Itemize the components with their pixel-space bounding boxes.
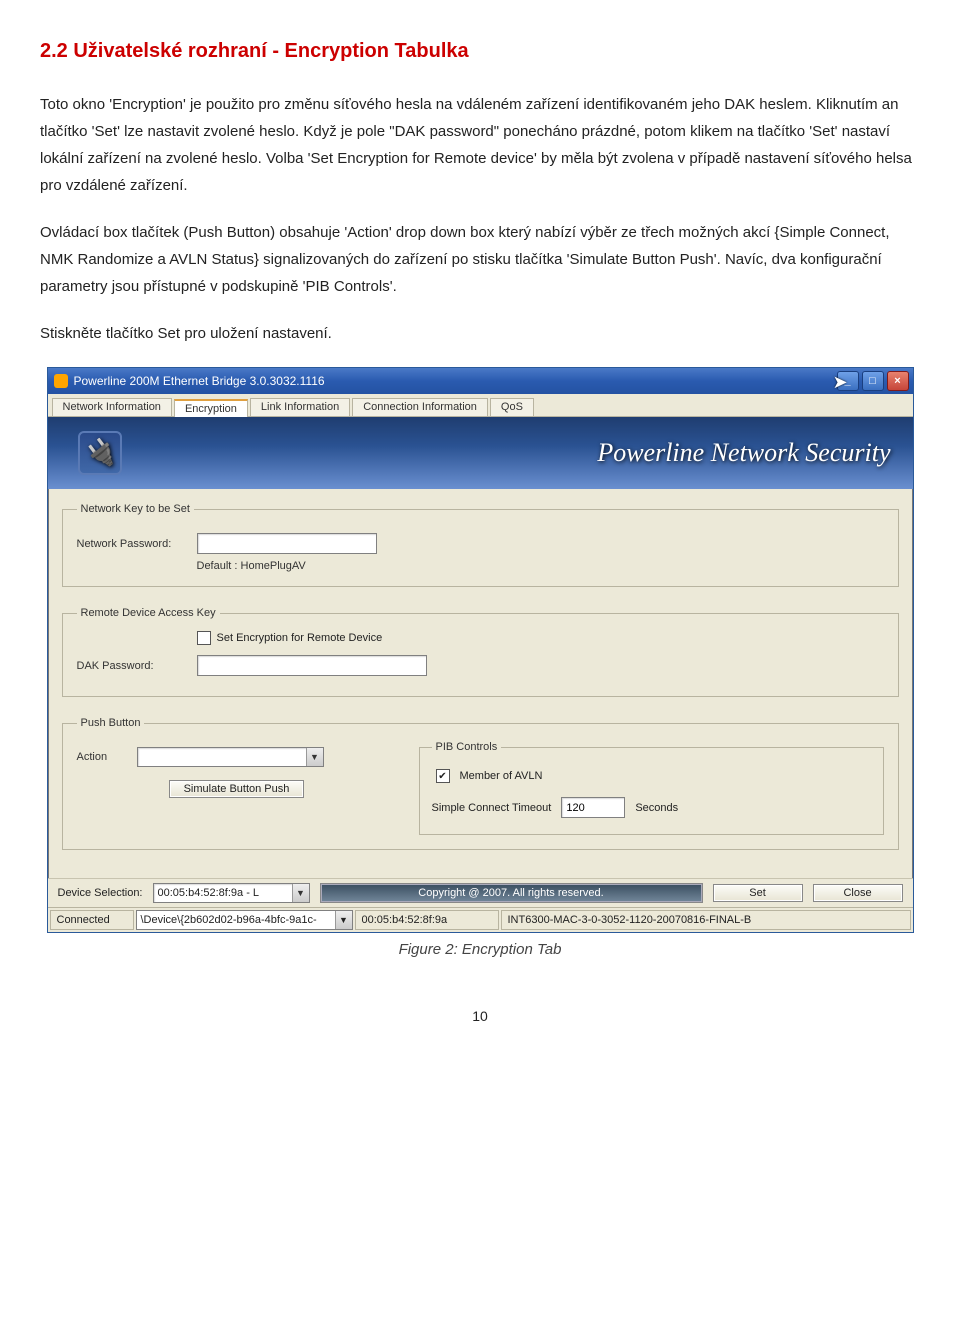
- group-network-key-legend: Network Key to be Set: [77, 503, 194, 515]
- action-dropdown-value: [138, 748, 306, 766]
- group-pib-controls-legend: PIB Controls: [432, 741, 502, 753]
- status-mac: 00:05:b4:52:8f:9a: [355, 910, 499, 930]
- cursor-icon: ➤: [833, 372, 848, 393]
- status-connected: Connected: [50, 910, 134, 930]
- paragraph-2: Ovládací box tlačítek (Push Button) obsa…: [40, 219, 920, 300]
- member-avln-checkbox[interactable]: ✔: [436, 769, 450, 783]
- paragraph-1: Toto okno 'Encryption' je použito pro zm…: [40, 91, 920, 199]
- default-password-hint: Default : HomePlugAV: [197, 560, 884, 572]
- device-selection-value: 00:05:b4:52:8f:9a - L: [154, 884, 292, 902]
- copyright-bar: Copyright @ 2007. All rights reserved.: [320, 883, 703, 903]
- tab-link-information[interactable]: Link Information: [250, 398, 350, 416]
- content-area: Network Key to be Set Network Password: …: [48, 489, 913, 878]
- chevron-down-icon: ▼: [292, 884, 309, 902]
- dak-password-input[interactable]: [197, 655, 427, 676]
- chevron-down-icon: ▼: [335, 911, 352, 929]
- status-bar: Connected \Device\{2b602d02-b96a-4bfc-9a…: [48, 907, 913, 932]
- figure-caption: Figure 2: Encryption Tab: [40, 941, 920, 958]
- tab-encryption[interactable]: Encryption: [174, 399, 248, 417]
- action-dropdown[interactable]: ▼: [137, 747, 324, 767]
- titlebar: Powerline 200M Ethernet Bridge 3.0.3032.…: [48, 368, 913, 394]
- doc-heading: 2.2 Uživatelské rozhraní - Encryption Ta…: [40, 40, 920, 63]
- label-device-selection: Device Selection:: [58, 887, 143, 899]
- tab-strip: Network Information Encryption Link Info…: [48, 394, 913, 417]
- group-push-button: Push Button Action ▼ Simulate Button Pus…: [62, 717, 899, 850]
- window-title: Powerline 200M Ethernet Bridge 3.0.3032.…: [74, 374, 834, 388]
- simulate-button-push-button[interactable]: Simulate Button Push: [169, 780, 305, 798]
- footer-bar: Device Selection: 00:05:b4:52:8f:9a - L …: [48, 878, 913, 907]
- checkbox-box-icon: [197, 631, 211, 645]
- tab-network-information[interactable]: Network Information: [52, 398, 172, 416]
- simple-connect-timeout-input[interactable]: [561, 797, 625, 818]
- tab-connection-information[interactable]: Connection Information: [352, 398, 488, 416]
- tab-qos[interactable]: QoS: [490, 398, 534, 416]
- app-window: Powerline 200M Ethernet Bridge 3.0.3032.…: [47, 367, 914, 933]
- member-avln-label: Member of AVLN: [460, 770, 543, 782]
- banner-title: Powerline Network Security: [597, 438, 890, 468]
- label-dak-password: DAK Password:: [77, 660, 187, 672]
- chevron-down-icon: ▼: [306, 748, 323, 766]
- banner: 🔌 Powerline Network Security: [48, 417, 913, 489]
- status-device-path-value: \Device\{2b602d02-b96a-4bfc-9a1c-: [137, 914, 335, 926]
- label-simple-connect-timeout: Simple Connect Timeout: [432, 802, 552, 814]
- group-network-key: Network Key to be Set Network Password: …: [62, 503, 899, 587]
- maximize-button[interactable]: □: [862, 371, 884, 391]
- set-button[interactable]: Set: [713, 884, 803, 902]
- status-device-path-dropdown[interactable]: \Device\{2b602d02-b96a-4bfc-9a1c- ▼: [136, 910, 353, 930]
- group-remote-access-key: Remote Device Access Key Set Encryption …: [62, 607, 899, 697]
- set-encryption-remote-checkbox[interactable]: Set Encryption for Remote Device: [197, 631, 884, 645]
- network-password-input[interactable]: [197, 533, 377, 554]
- group-push-button-legend: Push Button: [77, 717, 145, 729]
- status-firmware: INT6300-MAC-3-0-3052-1120-20070816-FINAL…: [501, 910, 911, 930]
- app-icon: [54, 374, 68, 388]
- set-encryption-remote-label: Set Encryption for Remote Device: [217, 632, 383, 644]
- plug-icon: 🔌: [78, 431, 122, 475]
- label-network-password: Network Password:: [77, 538, 187, 550]
- label-action: Action: [77, 751, 127, 763]
- close-button[interactable]: Close: [813, 884, 903, 902]
- group-pib-controls: PIB Controls ✔ Member of AVLN Simple Con…: [419, 741, 884, 835]
- paragraph-3: Stiskněte tlačítko Set pro uložení nasta…: [40, 320, 920, 347]
- group-remote-access-key-legend: Remote Device Access Key: [77, 607, 220, 619]
- device-selection-dropdown[interactable]: 00:05:b4:52:8f:9a - L ▼: [153, 883, 310, 903]
- page-number: 10: [40, 1008, 920, 1024]
- label-seconds: Seconds: [635, 802, 678, 814]
- window-close-button[interactable]: ×: [887, 371, 909, 391]
